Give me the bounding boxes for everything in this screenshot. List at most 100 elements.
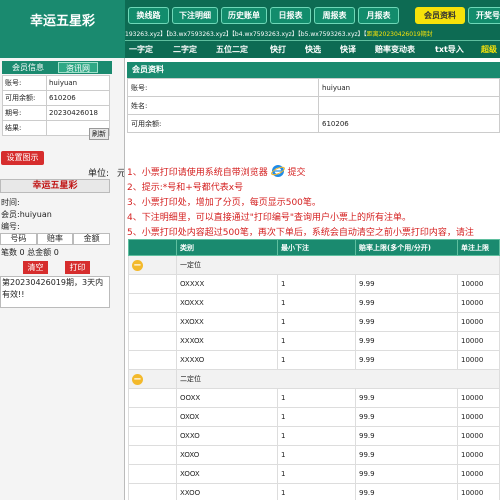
odds-header-row: 类别 最小下注 赔率上限(多个用/分开) 单注上限 [128, 239, 500, 256]
subnav-txt-import[interactable]: txt导入 [435, 43, 464, 57]
group-toggle-icon[interactable]: − [132, 259, 143, 271]
odds-cell-limit: 10000 [457, 312, 500, 332]
odds-row-spacer [128, 407, 177, 427]
account-value: huiyuan [46, 75, 110, 91]
tab-news[interactable]: 资讯网 [58, 62, 98, 73]
odds-header-single-limit: 单注上限 [457, 239, 500, 256]
subnav-two-digit[interactable]: 二字定 [173, 43, 197, 57]
nav-switch-line[interactable]: 换线路 [128, 7, 169, 24]
odds-cell-category: XXOO [176, 483, 278, 500]
member-row-label: 姓名: [127, 96, 319, 115]
odds-cell-min-bet: 1 [277, 274, 356, 294]
odds-group-name: 一定位 [176, 255, 500, 275]
odds-cell-category: XOXXX [176, 293, 278, 313]
odds-row: XXOXX 1 9.99 10000 [128, 312, 500, 332]
game-title: 幸运五星彩 [0, 179, 110, 193]
odds-cell-category: XXXXO [176, 350, 278, 370]
print-button[interactable]: 打印 [65, 261, 90, 274]
ie-browser-icon [270, 165, 285, 177]
odds-cell-limit: 10000 [457, 426, 500, 446]
clear-button[interactable]: 清空 [23, 261, 48, 274]
odds-cell-limit: 10000 [457, 274, 500, 294]
note-2: 2、提示:*号和+号都代表x号 [127, 183, 244, 193]
odds-header-odds-limit: 赔率上限(多个用/分开) [355, 239, 458, 256]
subnav-quick-pick[interactable]: 快选 [305, 43, 321, 57]
odds-row-spacer [128, 274, 177, 294]
odds-cell-odds: 9.99 [355, 293, 458, 313]
nav-weekly-report[interactable]: 周报表 [314, 7, 355, 24]
subnav-five-pos-two[interactable]: 五位二定 [216, 43, 248, 57]
nav-monthly-report[interactable]: 月报表 [358, 7, 399, 24]
refresh-button[interactable]: 刷新 [89, 128, 109, 140]
odds-cell-limit: 10000 [457, 350, 500, 370]
main-content: 会员资料 账号: huiyuan 姓名: 可用余额: 610206 1、小票打印请使… [125, 58, 500, 500]
odds-cell-limit: 10000 [457, 445, 500, 465]
top-nav: 换线路 下注明细 历史账单 日报表 周报表 月报表 会员资料 开奖号 [125, 0, 500, 30]
odds-cell-category: OXOX [176, 407, 278, 427]
odds-cell-category: OXXO [176, 426, 278, 446]
bet-list-header: 号码 赔率 金额 [0, 233, 111, 245]
odds-row: OXXO 1 99.9 10000 [128, 426, 500, 446]
odds-cell-odds: 9.99 [355, 331, 458, 351]
odds-cell-limit: 10000 [457, 331, 500, 351]
submit-link[interactable]: 提交 [287, 168, 305, 178]
site-logo: 幸运五星彩 [29, 14, 95, 29]
member-row-value: huiyuan [318, 78, 500, 97]
notice-list: 1、小票打印请使用系统自带浏览器 提交 2、提示:*号和+号都代表x号 3、小票… [127, 164, 500, 241]
ticker-text: 193263.xyz】【b3.wx7593263.xyz】【b4.wx75932… [125, 31, 367, 38]
odds-cell-odds: 99.9 [355, 407, 458, 427]
member-row-value [318, 96, 500, 115]
number-label: 编号: [1, 222, 20, 231]
member-row-label: 账号: [127, 78, 319, 97]
result-label: 结果: [2, 120, 47, 136]
odds-cell-limit: 10000 [457, 483, 500, 500]
setup-print-button[interactable]: 设置图示 [1, 151, 44, 165]
announcement-ticker: 193263.xyz】【b3.wx7593263.xyz】【b4.wx75932… [125, 30, 500, 40]
tab-member-info[interactable]: 会员信息 [6, 62, 50, 73]
logo-area: 幸运五星彩 [0, 0, 125, 58]
nav-bet-detail[interactable]: 下注明细 [172, 7, 218, 24]
odds-cell-limit: 10000 [457, 407, 500, 427]
odds-row: XOXXX 1 9.99 10000 [128, 293, 500, 313]
odds-row-spacer [128, 483, 177, 500]
odds-cell-limit: 10000 [457, 388, 500, 408]
subnav-quick-translate[interactable]: 快译 [340, 43, 356, 57]
odds-row: OXOX 1 99.9 10000 [128, 407, 500, 427]
odds-cell-odds: 9.99 [355, 312, 458, 332]
odds-header-category: 类别 [176, 239, 278, 256]
odds-cell-min-bet: 1 [277, 445, 356, 465]
section-title: 会员资料 [127, 62, 500, 78]
note-4: 4、下注明细里，可以直接通过"打印编号"查询用户小票上的所有注单。 [127, 213, 412, 223]
nav-daily-report[interactable]: 日报表 [270, 7, 311, 24]
odds-group-toggle-cell[interactable]: − [128, 255, 177, 275]
odds-row: OXXXX 1 9.99 10000 [128, 274, 500, 294]
odds-group-toggle-cell[interactable]: − [128, 369, 177, 389]
balance-value: 610206 [46, 90, 110, 106]
odds-cell-min-bet: 1 [277, 293, 356, 313]
nav-draw-numbers[interactable]: 开奖号 [468, 7, 500, 24]
member-line: 会员:huiyuan [1, 210, 52, 219]
odds-cell-limit: 10000 [457, 464, 500, 484]
odds-row-spacer [128, 293, 177, 313]
unit-value: 元 [117, 166, 124, 179]
odds-cell-min-bet: 1 [277, 388, 356, 408]
member-detail-table: 账号: huiyuan 姓名: 可用余额: 610206 [127, 78, 500, 133]
nav-history[interactable]: 历史账单 [221, 7, 267, 24]
group-toggle-icon[interactable]: − [132, 373, 143, 385]
odds-cell-min-bet: 1 [277, 483, 356, 500]
odds-cell-odds: 9.99 [355, 274, 458, 294]
period-value: 20230426018 [46, 105, 110, 121]
nav-member-info[interactable]: 会员资料 [415, 7, 465, 24]
period-label: 期号: [2, 105, 47, 121]
odds-cell-min-bet: 1 [277, 426, 356, 446]
odds-group-row: − 一定位 [128, 255, 500, 275]
subnav-odds-change[interactable]: 赔率变动表 [375, 43, 415, 57]
odds-cell-min-bet: 1 [277, 331, 356, 351]
odds-cell-category: XXOXX [176, 312, 278, 332]
subnav-quick-play[interactable]: 快打 [270, 43, 286, 57]
subnav-one-digit[interactable]: 一字定 [129, 43, 153, 57]
odds-group-row: − 二定位 [128, 369, 500, 389]
subnav-super[interactable]: 超级 [481, 43, 497, 57]
odds-row: OOXX 1 99.9 10000 [128, 388, 500, 408]
ticker-countdown: 距离20230426019期封 [366, 31, 433, 38]
